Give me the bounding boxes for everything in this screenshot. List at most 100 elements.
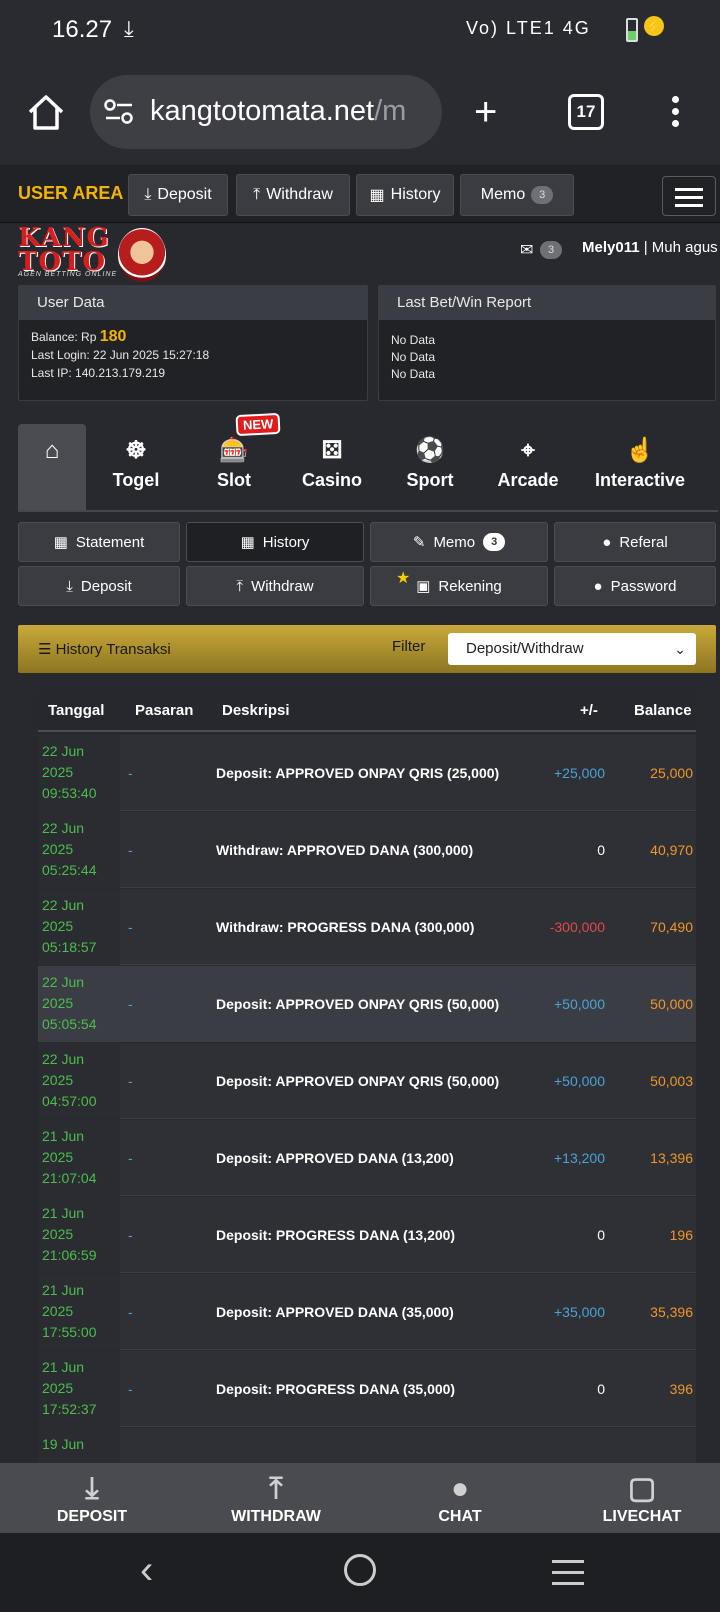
history-title-text: History Transaksi bbox=[55, 641, 171, 658]
balance-value: 180 bbox=[99, 328, 127, 345]
url-path: /m bbox=[374, 95, 407, 127]
filter-select[interactable]: Deposit/Withdraw ⌄ bbox=[448, 633, 696, 665]
bottom-deposit-button[interactable]: ⤓ DEPOSIT bbox=[12, 1470, 172, 1526]
memo-count-badge: 3 bbox=[531, 186, 554, 204]
tab-casino-label: Casino bbox=[301, 470, 362, 490]
site-settings-icon[interactable] bbox=[104, 99, 134, 125]
filter-value: Deposit/Withdraw bbox=[466, 640, 584, 657]
new-tab-icon[interactable]: + bbox=[474, 92, 497, 132]
url-text[interactable]: kangtotomata.net/m bbox=[150, 95, 430, 128]
tab-home[interactable]: ⌂ bbox=[18, 424, 86, 510]
user-area-label: USER AREA bbox=[18, 183, 124, 203]
row-pasaran: - bbox=[128, 996, 133, 1012]
user-nickname: | Muh agus bbox=[643, 239, 718, 256]
back-icon[interactable]: ‹ bbox=[140, 1548, 153, 1593]
row-pasaran: - bbox=[128, 919, 133, 935]
edit-icon: ✎ bbox=[412, 534, 426, 551]
withdraw-icon: ⤒ bbox=[253, 186, 261, 203]
row-date: 22 Jun 2025 05:25:44 bbox=[42, 820, 97, 878]
site-logo[interactable]: KANG TOTO bbox=[18, 225, 110, 275]
report-line: No Data bbox=[391, 367, 436, 381]
deposit-label: Deposit bbox=[80, 577, 132, 595]
report-line: No Data bbox=[391, 350, 436, 364]
status-time: 16.27 bbox=[52, 16, 113, 43]
tab-slot[interactable]: 🎰 Slot bbox=[196, 424, 272, 510]
tab-togel[interactable]: ☸ Togel bbox=[98, 424, 174, 510]
statement-button[interactable]: ▦ Statement bbox=[18, 522, 180, 562]
col-deskripsi: Deskripsi bbox=[222, 702, 290, 719]
bottom-deposit-label: DEPOSIT bbox=[56, 1508, 128, 1525]
tab-interactive-label: Interactive bbox=[594, 470, 686, 490]
nav-withdraw-button[interactable]: ⤒ Withdraw bbox=[236, 174, 350, 216]
rekening-label: Rekening bbox=[438, 577, 502, 595]
row-date: 22 Jun 2025 04:57:00 bbox=[42, 1051, 97, 1109]
memo-button[interactable]: ✎ Memo 3 bbox=[370, 522, 548, 562]
row-date: 22 Jun 2025 05:18:57 bbox=[42, 897, 97, 955]
chat-icon: ● bbox=[450, 1472, 470, 1505]
recents-icon[interactable] bbox=[552, 1560, 584, 1593]
user-data-panel: User Data Balance: Rp 180 Last Login: 22… bbox=[18, 285, 368, 401]
user-icon: ● bbox=[602, 533, 612, 551]
row-amount: 0 bbox=[597, 842, 605, 858]
row-date: 19 Jun bbox=[42, 1436, 85, 1452]
tab-switcher-button[interactable]: 17 bbox=[568, 94, 604, 130]
mail-count-badge: 3 bbox=[540, 241, 562, 259]
calendar-icon: ▦ bbox=[240, 534, 255, 551]
tab-sport-label: Sport bbox=[406, 470, 454, 490]
bottom-chat-label: CHAT bbox=[438, 1508, 482, 1525]
col-balance: Balance bbox=[634, 702, 692, 719]
memo-badge: 3 bbox=[483, 533, 506, 551]
row-date: 21 Jun 2025 17:52:37 bbox=[42, 1359, 97, 1417]
list-icon: ☰ bbox=[38, 641, 52, 658]
username: Mely011 bbox=[582, 239, 640, 256]
nav-memo-button[interactable]: Memo 3 bbox=[460, 174, 574, 216]
last-ip: Last IP: 140.213.179.219 bbox=[31, 366, 166, 380]
withdraw-icon: ⤒ bbox=[236, 577, 244, 595]
row-amount: -300,000 bbox=[549, 919, 605, 935]
browser-home-icon[interactable] bbox=[26, 92, 66, 132]
row-date: 21 Jun 2025 21:06:59 bbox=[42, 1205, 97, 1263]
bottom-chat-button[interactable]: ● CHAT bbox=[380, 1470, 540, 1526]
bottom-withdraw-button[interactable]: ⤒ WITHDRAW bbox=[196, 1470, 356, 1526]
nav-history-button[interactable]: ▦ History bbox=[356, 174, 454, 216]
row-description: Deposit: PROGRESS DANA (13,200) bbox=[216, 1227, 456, 1243]
hamburger-menu-icon[interactable] bbox=[662, 176, 716, 216]
nav-memo-label: Memo bbox=[480, 186, 526, 203]
row-amount: +50,000 bbox=[554, 996, 605, 1012]
logo-tagline: AGEN BETTING ONLINE bbox=[18, 271, 118, 278]
bottom-livechat-button[interactable]: ▢ LIVECHAT bbox=[562, 1470, 720, 1526]
row-description: Deposit: APPROVED DANA (35,000) bbox=[216, 1304, 454, 1320]
deposit-button[interactable]: ⤓ Deposit bbox=[18, 566, 180, 606]
deposit-icon: ⤓ bbox=[144, 186, 152, 203]
password-label: Password bbox=[610, 577, 677, 595]
mail-icon[interactable]: ✉ bbox=[520, 240, 533, 260]
history-button[interactable]: ▦ History bbox=[186, 522, 364, 562]
tab-interactive[interactable]: ☝ Interactive bbox=[588, 424, 692, 510]
nav-deposit-button[interactable]: ⤓ Deposit bbox=[128, 174, 228, 216]
row-date: 21 Jun 2025 17:55:00 bbox=[42, 1282, 97, 1340]
tab-sport[interactable]: ⚽ Sport bbox=[392, 424, 468, 510]
tab-arcade[interactable]: ⌖ Arcade bbox=[490, 424, 566, 510]
url-domain: kangtotomata.net bbox=[150, 95, 375, 127]
row-description: Deposit: APPROVED ONPAY QRIS (50,000) bbox=[216, 1073, 500, 1089]
row-balance: 40,970 bbox=[650, 842, 693, 858]
logo-mascot-icon bbox=[118, 228, 166, 282]
crosshair-icon: ⌖ bbox=[521, 437, 535, 464]
soccer-ball-icon: ⚽ bbox=[415, 437, 445, 464]
tab-casino[interactable]: ⚄ Casino bbox=[294, 424, 370, 510]
row-description: Withdraw: APPROVED DANA (300,000) bbox=[216, 842, 474, 858]
home-circle-icon[interactable] bbox=[344, 1554, 376, 1586]
withdraw-button[interactable]: ⤒ Withdraw bbox=[186, 566, 364, 606]
tab-slot-label: Slot bbox=[217, 470, 251, 490]
row-pasaran: - bbox=[128, 842, 133, 858]
password-button[interactable]: ● Password bbox=[554, 566, 716, 606]
charging-icon: ⚡ bbox=[644, 16, 664, 36]
report-title: Last Bet/Win Report bbox=[379, 286, 715, 320]
dice-icon: ⚄ bbox=[321, 437, 343, 464]
col-pasaran: Pasaran bbox=[135, 702, 194, 719]
referal-button[interactable]: ● Referal bbox=[554, 522, 716, 562]
upload-icon: ⤒ bbox=[269, 1472, 283, 1505]
bottom-withdraw-label: WITHDRAW bbox=[231, 1508, 321, 1525]
briefcase-icon: ▣ bbox=[416, 578, 431, 595]
browser-menu-icon[interactable] bbox=[672, 96, 680, 130]
